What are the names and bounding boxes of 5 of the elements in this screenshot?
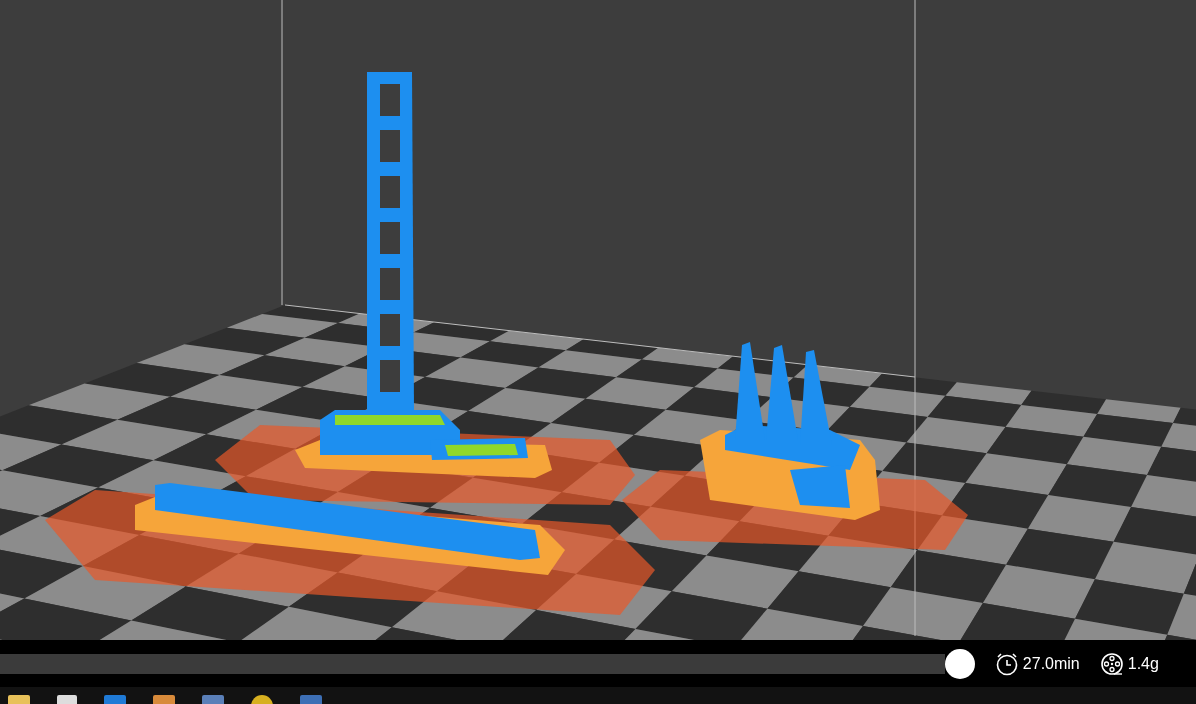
filament-weight: 1.4g [1127,653,1159,674]
clock-icon [994,651,1019,676]
print-time: 27.0min [1022,653,1080,674]
spool-icon [1099,651,1124,676]
slider-thumb[interactable] [944,648,975,679]
